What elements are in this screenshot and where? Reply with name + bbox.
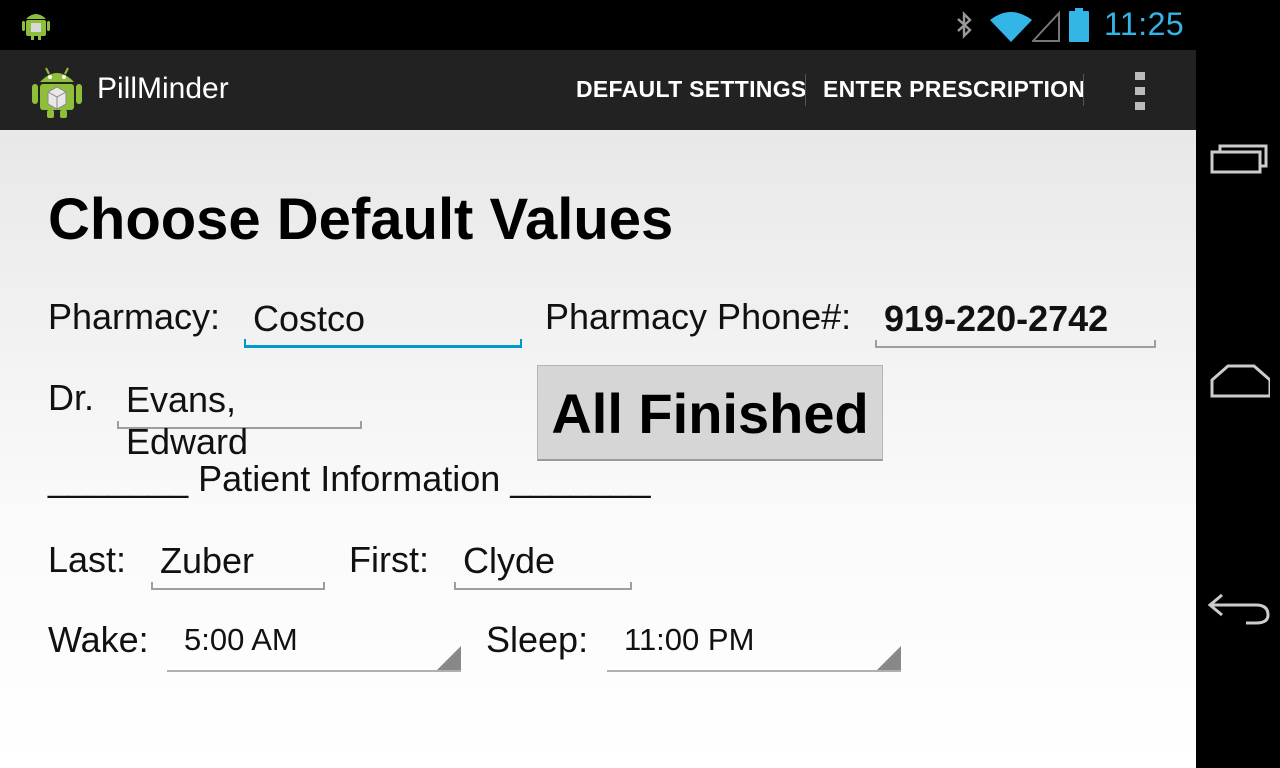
home-icon[interactable]	[1206, 352, 1270, 412]
doctor-label: Dr.	[48, 377, 95, 418]
status-bar: 11:25	[0, 0, 1196, 50]
patient-info-header: _______ Patient Information _______	[48, 458, 651, 499]
enter-prescription-action[interactable]: ENTER PRESCRIPTION	[823, 76, 1085, 103]
action-divider	[805, 74, 806, 106]
pharmacy-value: Costco	[253, 298, 366, 339]
pharmacy-field[interactable]: Costco	[244, 298, 522, 348]
signal-icon	[1032, 10, 1060, 42]
doctor-field[interactable]: Evans, Edward	[117, 379, 362, 462]
first-name-label: First:	[349, 539, 429, 580]
pharmacy-phone-field[interactable]: 919-220-2742	[875, 298, 1156, 348]
wake-time-spinner[interactable]: 5:00 AM	[167, 624, 461, 672]
status-clock: 11:25	[1104, 6, 1185, 42]
wifi-icon	[990, 12, 1032, 42]
page-title: Choose Default Values	[48, 187, 674, 252]
wake-time-value: 5:00 AM	[184, 622, 298, 657]
dropdown-triangle-icon	[437, 646, 461, 670]
app-title: PillMinder	[97, 72, 229, 105]
battery-icon	[1069, 8, 1089, 42]
more-vert-icon[interactable]	[1130, 70, 1150, 112]
sleep-label: Sleep:	[486, 619, 589, 660]
sleep-time-spinner[interactable]: 11:00 PM	[607, 624, 901, 672]
doctor-value: Evans, Edward	[126, 379, 249, 462]
last-name-label: Last:	[48, 539, 127, 580]
wake-label: Wake:	[48, 619, 149, 660]
first-name-value: Clyde	[463, 540, 556, 581]
last-name-value: Zuber	[160, 540, 255, 581]
first-name-field[interactable]: Clyde	[454, 540, 632, 590]
recent-apps-icon[interactable]	[1206, 130, 1270, 190]
pharmacy-phone-label: Pharmacy Phone#:	[545, 296, 852, 337]
action-divider	[1083, 74, 1084, 106]
default-values-form: Choose Default Values Pharmacy: Costco P…	[0, 130, 1196, 768]
sleep-time-value: 11:00 PM	[624, 622, 755, 657]
bluetooth-icon	[957, 11, 972, 39]
navigation-bar	[1196, 0, 1280, 768]
action-bar: PillMinder DEFAULT SETTINGS ENTER PRESCR…	[0, 50, 1196, 132]
back-icon[interactable]	[1206, 575, 1270, 635]
default-settings-action[interactable]: DEFAULT SETTINGS	[576, 76, 807, 103]
pharmacy-label: Pharmacy:	[48, 296, 221, 337]
android-icon	[22, 14, 50, 40]
app-logo-icon[interactable]	[30, 62, 84, 118]
dropdown-triangle-icon	[877, 646, 901, 670]
last-name-field[interactable]: Zuber	[151, 540, 325, 590]
pharmacy-phone-value: 919-220-2742	[884, 298, 1109, 339]
all-finished-button[interactable]: All Finished	[537, 365, 883, 461]
